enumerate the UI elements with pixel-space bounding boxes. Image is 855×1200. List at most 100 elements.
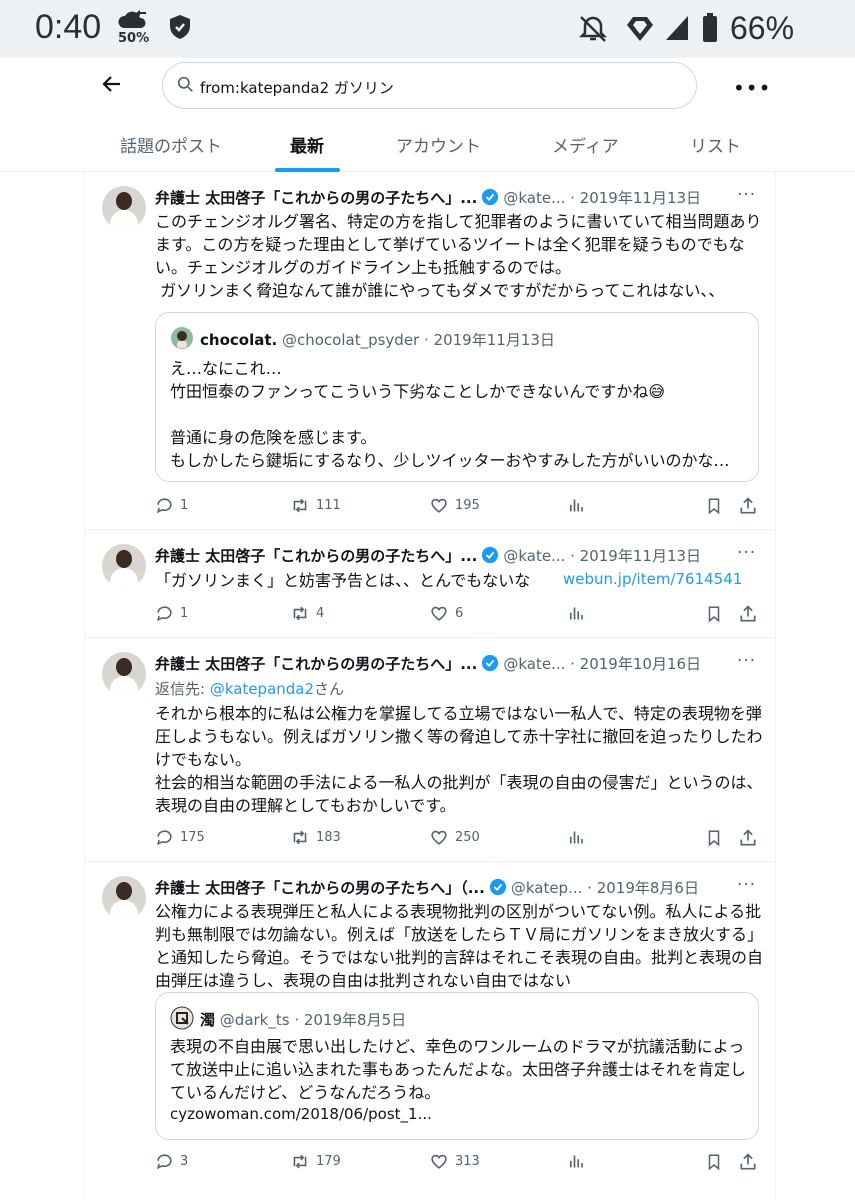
bookmark-button[interactable] <box>705 604 723 624</box>
share-icon <box>740 829 756 846</box>
like-count: 250 <box>455 830 480 845</box>
post-more-icon[interactable]: ··· <box>737 543 756 563</box>
search-header: from:katepanda2 ガソリン ••• <box>0 58 855 120</box>
search-query: from:katepanda2 ガソリン <box>200 79 394 97</box>
post[interactable]: 弁護士 太田啓子「これからの男の子たちへ」... @kate... · 2019年… <box>85 172 775 530</box>
tab-latest[interactable]: 最新 <box>290 132 324 157</box>
reply-count: 1 <box>180 498 189 513</box>
author-handle: @kate... <box>503 655 566 673</box>
tab-top[interactable]: 話題のポスト <box>120 132 222 157</box>
repost-count: 179 <box>316 1154 341 1169</box>
post-date[interactable]: · 2019年8月6日 <box>587 879 699 897</box>
bookmark-icon <box>708 830 720 847</box>
reply-to-link[interactable]: @katepanda2 <box>210 680 314 698</box>
author-name[interactable]: 弁護士 太田啓子「これからの男の子たちへ」... <box>155 547 477 565</box>
post-link[interactable]: webun.jp/item/7614541 <box>563 570 742 588</box>
repost-button[interactable]: 4 <box>290 604 324 623</box>
views-icon <box>569 499 583 512</box>
post-date[interactable]: · 2019年11月13日 <box>570 189 701 207</box>
views-button[interactable] <box>567 496 585 515</box>
share-button[interactable] <box>738 604 758 624</box>
vpn-shield-icon <box>169 14 191 44</box>
quote-link[interactable]: cyzowoman.com/2018/06/post_1... <box>170 1105 432 1123</box>
search-input[interactable]: from:katepanda2 ガソリン <box>162 62 697 109</box>
reply-icon <box>157 830 172 846</box>
views-icon <box>569 831 583 844</box>
repost-count: 4 <box>316 606 325 621</box>
post-more-icon[interactable]: ··· <box>737 185 756 205</box>
repost-button[interactable]: 179 <box>290 1152 341 1171</box>
reply-button[interactable]: 1 <box>155 496 188 515</box>
post-date[interactable]: · 2019年10月16日 <box>570 655 701 673</box>
bookmark-button[interactable] <box>705 828 723 848</box>
heart-icon <box>431 498 447 513</box>
quote-avatar <box>171 327 193 349</box>
share-button[interactable] <box>738 828 758 848</box>
post-more-icon[interactable]: ··· <box>737 651 756 671</box>
reply-context: 返信先: @katepanda2さん <box>155 678 344 699</box>
tab-lists[interactable]: リスト <box>690 132 741 157</box>
reply-count: 175 <box>180 830 205 845</box>
views-button[interactable] <box>567 828 585 847</box>
post-header: 弁護士 太田啓子「これからの男の子たちへ」... @kate... · 2019年… <box>155 545 701 568</box>
quote-date: · 2019年8月5日 <box>294 1011 407 1029</box>
like-button[interactable]: 195 <box>429 496 480 515</box>
back-arrow-icon[interactable] <box>100 72 124 96</box>
avatar[interactable] <box>102 876 146 920</box>
share-button[interactable] <box>738 1152 758 1172</box>
avatar[interactable] <box>102 186 146 230</box>
author-handle: @kate... <box>503 547 566 565</box>
views-button[interactable] <box>567 1152 585 1171</box>
like-button[interactable]: 313 <box>429 1152 480 1171</box>
repost-count: 183 <box>316 830 341 845</box>
post-text: このチェンジオルグ署名、特定の方を指して犯罪者のように書いていて相当問題あります… <box>155 212 762 300</box>
reply-count: 3 <box>180 1154 189 1169</box>
repost-button[interactable]: 111 <box>290 496 341 515</box>
post[interactable]: 弁護士 太田啓子「これからの男の子たちへ」（... @katep... · 201… <box>85 862 775 1200</box>
post-text: それから根本的に私は公権力を掌握してる立場ではない一私人で、特定の表現物を弾圧し… <box>155 704 763 815</box>
search-tabs: 話題のポスト 最新 アカウント メディア リスト <box>0 120 855 172</box>
tab-accounts[interactable]: アカウント <box>396 132 481 157</box>
author-handle: @katep... <box>510 879 583 897</box>
bookmark-icon <box>708 606 720 623</box>
author-name[interactable]: 弁護士 太田啓子「これからの男の子たちへ」... <box>155 655 477 673</box>
repost-button[interactable]: 183 <box>290 828 341 847</box>
post-more-icon[interactable]: ··· <box>737 875 756 895</box>
avatar[interactable] <box>102 652 146 696</box>
more-options-icon[interactable]: ••• <box>733 76 771 100</box>
post-date[interactable]: · 2019年11月13日 <box>570 547 701 565</box>
like-count: 313 <box>455 1154 480 1169</box>
tab-media[interactable]: メディア <box>552 132 619 157</box>
post[interactable]: 弁護士 太田啓子「これからの男の子たちへ」... @kate... · 2019年… <box>85 530 775 638</box>
quoted-post[interactable]: 濁 @dark_ts · 2019年8月5日 表現の不自由展で思い出したけど、幸… <box>155 992 759 1140</box>
bookmark-button[interactable] <box>705 496 723 516</box>
avatar[interactable] <box>102 544 146 588</box>
quoted-post[interactable]: chocolat. @chocolat_psyder · 2019年11月13日… <box>155 312 759 482</box>
share-button[interactable] <box>738 496 758 516</box>
like-button[interactable]: 6 <box>429 604 463 623</box>
reply-button[interactable]: 1 <box>155 604 188 623</box>
repost-count: 111 <box>316 498 341 513</box>
post[interactable]: 弁護士 太田啓子「これからの男の子たちへ」... @kate... · 2019年… <box>85 638 775 862</box>
reply-button[interactable]: 175 <box>155 828 205 847</box>
views-icon <box>569 1155 583 1168</box>
heart-icon <box>431 1154 447 1169</box>
repost-icon <box>293 606 307 621</box>
battery-icon <box>702 13 718 47</box>
author-name[interactable]: 弁護士 太田啓子「これからの男の子たちへ」... <box>155 189 477 207</box>
status-time: 0:40 <box>35 8 102 46</box>
wifi-icon <box>625 15 655 47</box>
post-text: 公権力による表現弾圧と私人による表現物批判の区別がついてない例。私人による批判も… <box>155 902 764 990</box>
data-saver-pct: 50% <box>118 31 150 46</box>
post-feed: 弁護士 太田啓子「これからの男の子たちへ」... @kate... · 2019年… <box>84 172 776 1200</box>
quote-author-handle: @dark_ts <box>219 1011 290 1029</box>
quote-author-name: chocolat. <box>200 331 278 349</box>
author-name[interactable]: 弁護士 太田啓子「これからの男の子たちへ」（... <box>155 879 485 897</box>
reply-button[interactable]: 3 <box>155 1152 188 1171</box>
bookmark-button[interactable] <box>705 1152 723 1172</box>
status-bar: 0:40 50% 66% <box>0 0 855 58</box>
quote-text: え…なにこれ… 竹田恒泰のファンってこういう下劣なことしかできないんですかね😅 … <box>170 359 730 470</box>
views-button[interactable] <box>567 604 585 623</box>
post-header: 弁護士 太田啓子「これからの男の子たちへ」... @kate... · 2019年… <box>155 187 701 210</box>
like-button[interactable]: 250 <box>429 828 480 847</box>
